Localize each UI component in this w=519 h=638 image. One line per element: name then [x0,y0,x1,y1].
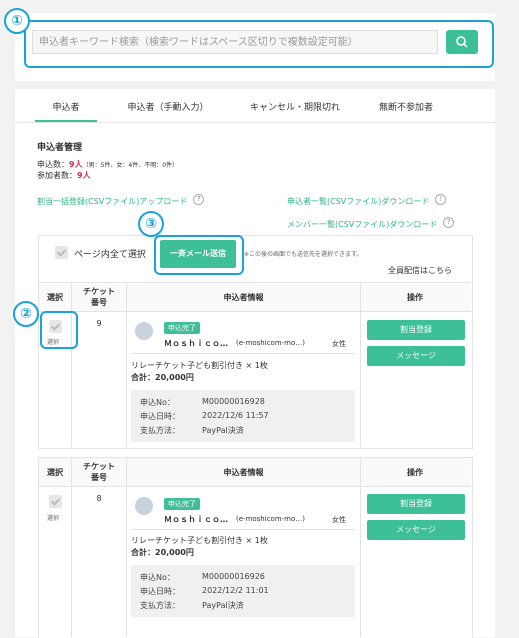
callout-number-2: ② [13,301,39,327]
bulk-upload-row: 割当一括登録(CSVファイル)アップロード? [37,189,205,208]
attend-value: 9人 [77,171,91,180]
payment-label: 支払方法： [140,426,180,435]
total-amount: 合計：20,000円 [131,373,194,382]
callout-number-3: ③ [138,211,164,237]
all-send-link[interactable]: 全員配信はこちら [388,265,452,276]
col-divider [126,458,127,637]
col-select: 選択 [47,468,63,477]
row-select-checkbox[interactable] [49,495,62,508]
header-bottom-line [39,486,471,487]
help-icon[interactable]: ? [443,217,455,228]
select-all-label: ページ内全て選択 [74,250,146,260]
callout-frame-row-select [40,311,78,349]
app-no-label: 申込No： [140,398,175,407]
avatar [135,497,153,515]
col-divider [126,283,127,447]
tab-cancelled[interactable]: キャンセル・期限切れ [240,100,350,113]
applicant-name[interactable]: Ｍｏｓｈｉｃｏ… [164,514,228,525]
col-select: 選択 [47,293,63,302]
col-info: 申込者情報 [223,468,264,477]
tab-no-show[interactable]: 無断不参加者 [366,100,446,113]
app-date-label: 申込日時： [140,412,180,421]
help-icon[interactable]: ! [435,194,447,205]
tab-applicants[interactable]: 申込者 [35,100,97,113]
payment-value: PayPal決済 [202,426,244,435]
status-badge: 申込完了 [164,498,200,510]
mail-note: ※この後の画面でも送信先を選択できます。 [244,251,363,258]
col-divider [360,283,361,447]
app-date-label: 申込日時： [140,587,180,596]
col-ops: 操作 [407,468,423,477]
app-date-value: 2022/12/6 11:57 [202,411,269,420]
col-divider [71,283,72,447]
applicant-name[interactable]: Ｍｏｓｈｉｃｏ… [164,338,228,349]
row-divider [131,353,355,354]
count-value: 9人 [69,160,83,169]
row-select-label: 選択 [47,515,60,522]
col-divider [71,458,72,637]
payment-value: PayPal決済 [202,601,244,610]
header-bottom-line [39,311,471,312]
col-info: 申込者情報 [223,293,264,302]
payment-label: 支払方法： [140,601,180,610]
applicant-email: (e-moshicom-mo…) [236,515,306,523]
col-ticket: チケット 番号 [83,287,115,307]
app-no-value: M00000016926 [202,572,265,581]
applicant-email: (e-moshicom-mo…) [236,339,306,347]
app-no-label: 申込No： [140,573,175,582]
callout-frame-search [24,20,494,68]
count-label: 申込数： [37,160,69,169]
attendee-count: 参加者数：9人 [37,170,91,181]
col-ticket: チケット 番号 [83,462,115,482]
members-csv-row: メンバー一覧(CSVファイル)ダウンロード? [287,212,455,231]
assign-button[interactable]: 割当登録 [367,494,465,514]
bulk-upload-link[interactable]: 割当一括登録(CSVファイル)アップロード [37,197,187,206]
applicants-csv-row: 申込者一覧(CSVファイル)ダウンロード! [287,189,447,208]
ticket-number: 9 [96,319,102,328]
message-button[interactable]: メッセージ [367,520,465,540]
applicant-gender: 女性 [332,340,346,348]
avatar [135,322,153,340]
tab-manual-entry[interactable]: 申込者（手動入力） [118,100,218,113]
attend-label: 参加者数： [37,171,77,180]
select-all-checkbox[interactable] [55,246,68,259]
ticket-description: リレーチケット子ども割引付き × 1枚 [131,361,268,370]
row-divider [131,529,355,530]
col-divider [360,458,361,637]
app-no-value: M00000016928 [202,397,265,406]
total-amount: 合計：20,000円 [131,548,194,557]
applicants-csv-link[interactable]: 申込者一覧(CSVファイル)ダウンロード [287,197,429,206]
ticket-number: 8 [96,494,102,503]
status-badge: 申込完了 [164,322,200,334]
message-button[interactable]: メッセージ [367,346,465,366]
applicant-gender: 女性 [332,516,346,524]
callout-frame-mail [154,235,244,275]
col-ops: 操作 [407,293,423,302]
assign-button[interactable]: 割当登録 [367,320,465,340]
applicant-count: 申込数：9人（男：5件、女：4件、不明：0件） [37,159,178,170]
help-icon[interactable]: ? [193,194,205,205]
ticket-description: リレーチケット子ども割引付き × 1枚 [131,536,268,545]
callout-number-1: ① [4,8,30,34]
app-date-value: 2022/12/2 11:01 [202,586,269,595]
tabs-divider [15,122,495,123]
section-title: 申込者管理 [37,143,83,153]
members-csv-link[interactable]: メンバー一覧(CSVファイル)ダウンロード [287,220,437,229]
count-detail: （男：5件、女：4件、不明：0件） [82,162,179,169]
